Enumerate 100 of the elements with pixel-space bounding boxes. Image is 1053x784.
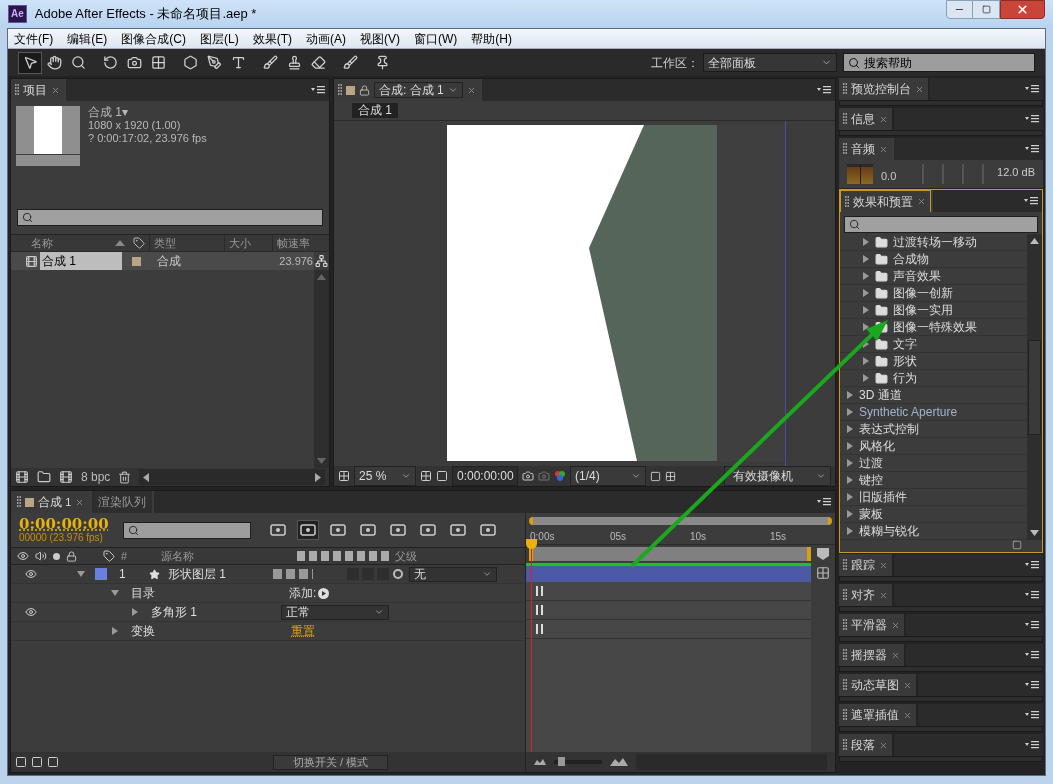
layer-row[interactable]: 1 形状图层 1 无 [11, 565, 525, 584]
effect-folder-row[interactable]: 声音效果 [840, 268, 1027, 285]
panel-tab[interactable]: 动态草图 [839, 674, 916, 696]
column-header[interactable]: 大小 [224, 234, 272, 252]
panel-menu-icon[interactable] [311, 86, 325, 94]
grip-icon[interactable] [843, 113, 847, 125]
collapsed-triangle-icon[interactable] [846, 442, 854, 450]
panel-menu-icon[interactable] [1025, 85, 1039, 93]
panel-tab[interactable]: 信息 [839, 108, 892, 130]
effect-folder-row[interactable]: 合成物 [840, 251, 1027, 268]
grip-icon[interactable] [843, 679, 847, 691]
effect-category-row[interactable]: 3D 通道 [840, 387, 1027, 404]
panel-tab[interactable]: 段落 [839, 734, 892, 756]
toggle-switches-modes-button[interactable]: 切换开关 / 模式 [273, 754, 388, 770]
maximize-button[interactable] [973, 0, 1000, 19]
collapsed-triangle-icon[interactable] [862, 272, 870, 280]
menu-item[interactable]: 文件(F) [14, 29, 54, 48]
breadcrumb[interactable]: 合成 1 [352, 103, 398, 118]
effect-folder-row[interactable]: 过渡转场一移动 [840, 234, 1027, 251]
column-header[interactable]: 帧速率 [272, 234, 322, 252]
menu-item[interactable]: 图层(L) [200, 29, 239, 48]
panel-menu-icon[interactable] [1024, 197, 1038, 205]
color-depth-label[interactable]: 8 bpc [81, 468, 111, 486]
scrollbar[interactable] [1027, 234, 1042, 540]
grip-icon[interactable] [843, 649, 847, 661]
property-group-row[interactable]: 变换 重置 [11, 622, 525, 641]
label-swatch[interactable] [95, 568, 107, 580]
panel-menu-icon[interactable] [1025, 115, 1039, 123]
close-icon[interactable] [917, 197, 926, 206]
effects-search-field[interactable] [844, 216, 1038, 233]
close-icon[interactable] [879, 144, 888, 154]
project-item-row[interactable]: 合成 1 合成 23.976 [11, 252, 314, 270]
effect-category-row[interactable]: 模糊与锐化 [840, 523, 1027, 540]
close-button[interactable] [1000, 0, 1045, 19]
project-search-field[interactable] [17, 209, 323, 226]
effect-category-row[interactable]: 过渡 [840, 455, 1027, 472]
grip-icon[interactable] [843, 739, 847, 751]
horizontal-scrollbar[interactable] [139, 469, 325, 485]
panel-tab[interactable]: 效果和预置 [840, 190, 931, 212]
close-icon[interactable] [891, 650, 900, 660]
effect-folder-row[interactable]: 图像一实用 [840, 302, 1027, 319]
blend-mode-dropdown[interactable]: 正常 [281, 604, 389, 620]
expand-triangle-icon[interactable] [77, 570, 85, 578]
panel-menu-icon[interactable] [817, 498, 831, 506]
camera-dropdown[interactable]: 有效摄像机 [724, 466, 831, 486]
menu-item[interactable]: 视图(V) [360, 29, 400, 48]
close-icon[interactable] [903, 710, 912, 720]
menu-item[interactable]: 效果(T) [252, 29, 292, 48]
menu-item[interactable]: 窗口(W) [414, 29, 458, 48]
column-header[interactable]: # [121, 547, 141, 565]
collapsed-triangle-icon[interactable] [862, 306, 870, 314]
column-header[interactable]: 源名称 [161, 547, 285, 565]
add-menu[interactable]: 添加: [289, 584, 330, 602]
panel-tab[interactable]: 摇摆器 [839, 644, 904, 666]
menu-item[interactable]: 图像合成(C) [121, 29, 186, 48]
panel-tab[interactable]: 对齐 [839, 584, 892, 606]
collapsed-triangle-icon[interactable] [846, 391, 854, 399]
menu-item[interactable]: 编辑(E) [67, 29, 108, 48]
zoom-dropdown[interactable]: 25 % [354, 466, 416, 486]
menu-item[interactable]: 帮助(H) [471, 29, 512, 48]
layer-name[interactable]: 形状图层 1 [168, 565, 268, 583]
current-time-display[interactable]: 0:00:00:00 [19, 517, 109, 532]
column-header[interactable]: 父级 [395, 547, 417, 565]
panel-menu-icon[interactable] [1025, 681, 1039, 689]
collapsed-triangle-icon[interactable] [862, 374, 870, 382]
collapsed-triangle-icon[interactable] [862, 357, 870, 365]
effect-folder-row[interactable]: 行为 [840, 370, 1027, 387]
collapsed-triangle-icon[interactable] [846, 510, 854, 518]
collapsed-triangle-icon[interactable] [846, 493, 854, 501]
grip-icon[interactable] [843, 589, 847, 601]
scrollbar[interactable] [314, 270, 329, 468]
close-icon[interactable] [51, 85, 60, 95]
layer-search-field[interactable] [122, 521, 251, 539]
panel-menu-icon[interactable] [1025, 561, 1039, 569]
grip-icon[interactable] [845, 195, 849, 208]
close-icon[interactable] [915, 84, 924, 94]
collapsed-triangle-icon[interactable] [846, 425, 854, 433]
close-icon[interactable] [466, 85, 476, 95]
close-icon[interactable] [891, 620, 900, 630]
collapsed-triangle-icon[interactable] [862, 323, 870, 331]
collapsed-triangle-icon[interactable] [846, 476, 854, 484]
panel-menu-icon[interactable] [1025, 591, 1039, 599]
property-group-row[interactable]: 目录 添加: [11, 584, 525, 603]
panel-tab[interactable]: 预览控制台 [839, 78, 928, 100]
effect-category-row[interactable]: Synthetic Aperture [840, 404, 1027, 421]
panel-tab[interactable]: 遮罩插值 [839, 704, 916, 726]
effect-category-row[interactable]: 键控 [840, 472, 1027, 489]
column-header[interactable]: 类型 [149, 234, 224, 252]
menu-item[interactable]: 动画(A) [306, 29, 346, 48]
grip-icon[interactable] [843, 559, 847, 571]
viewer-dropdown[interactable]: 合成: 合成 1 [374, 82, 463, 98]
collapsed-triangle-icon[interactable] [846, 527, 854, 535]
close-icon[interactable] [879, 114, 888, 124]
effect-category-row[interactable]: 蒙板 [840, 506, 1027, 523]
grip-icon[interactable] [17, 496, 21, 508]
close-icon[interactable] [903, 680, 912, 690]
expand-triangle-icon[interactable] [131, 608, 139, 616]
close-icon[interactable] [879, 740, 888, 750]
panel-menu-icon[interactable] [1025, 741, 1039, 749]
reset-link[interactable]: 重置 [291, 622, 315, 640]
